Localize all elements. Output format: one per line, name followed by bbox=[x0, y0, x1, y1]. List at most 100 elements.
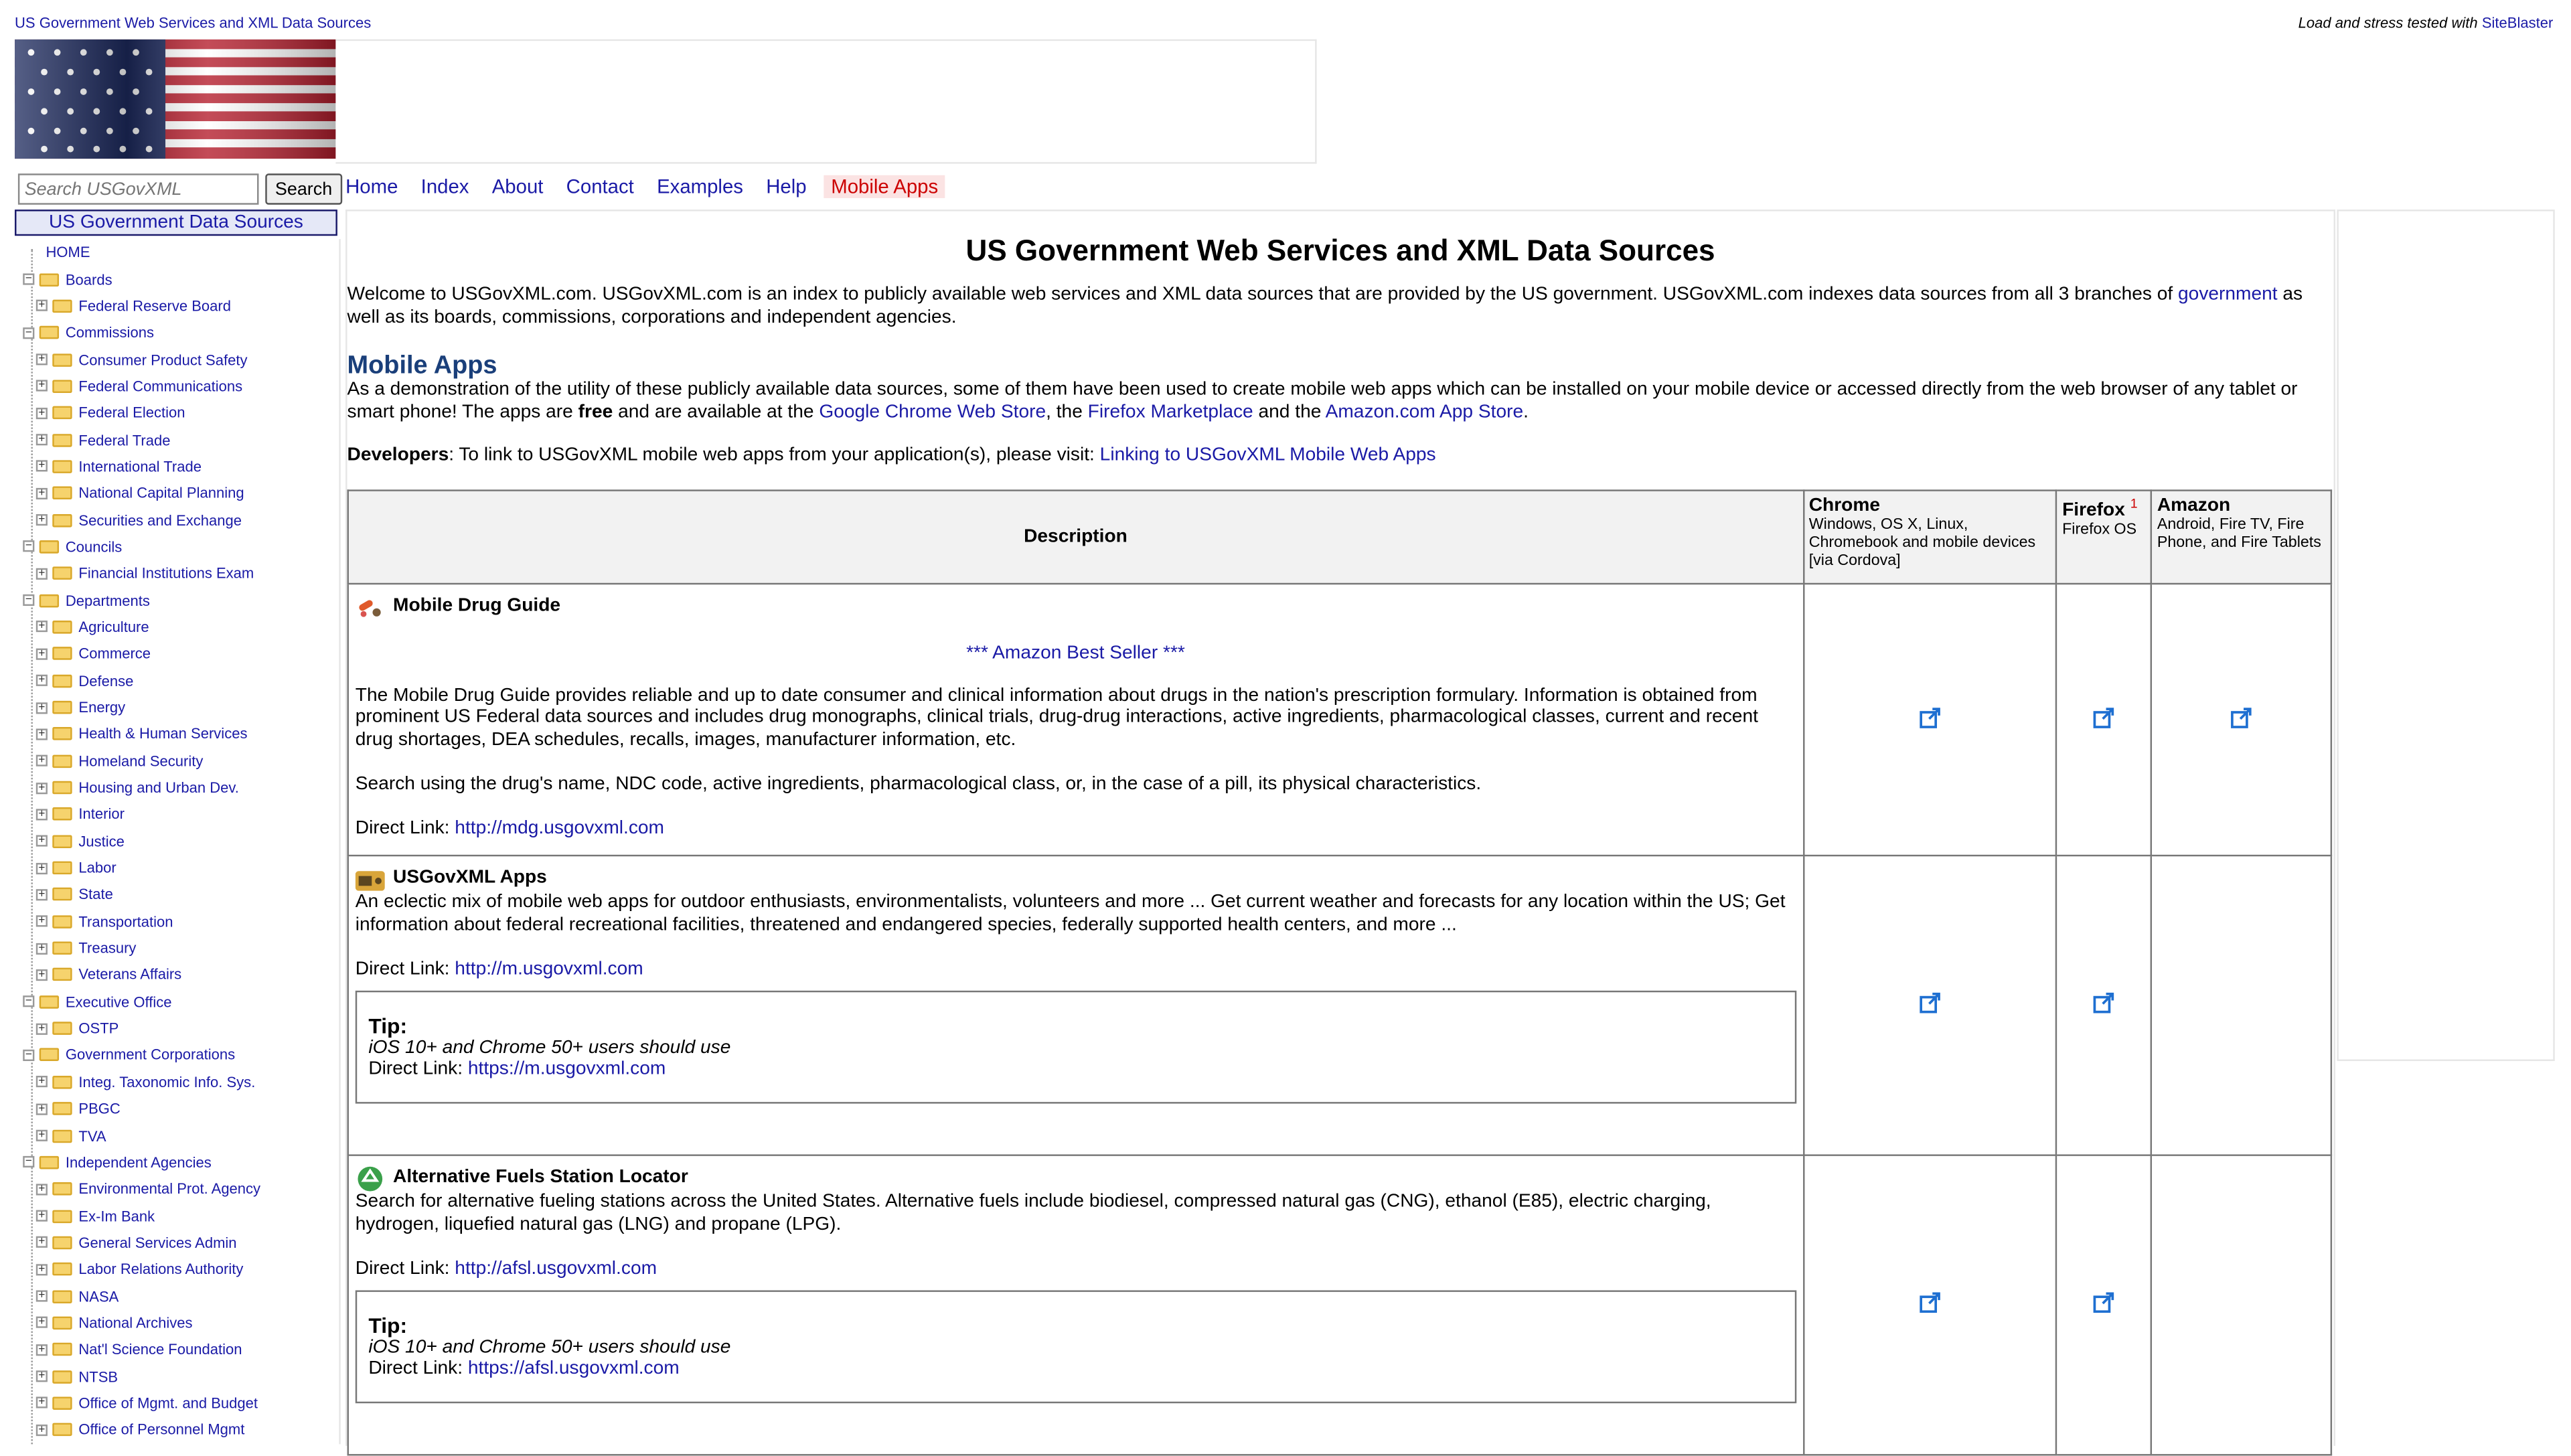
tip-link[interactable]: https://m.usgovxml.com bbox=[468, 1060, 666, 1079]
sidebar-item-commerce[interactable]: + Commerce bbox=[23, 641, 339, 667]
sidebar-item-energy[interactable]: + Energy bbox=[23, 694, 339, 721]
expand-toggle-icon[interactable]: + bbox=[35, 1076, 48, 1088]
sidebar-item-nasa[interactable]: + NASA bbox=[23, 1283, 339, 1309]
sidebar-item-housing-and-urban-dev[interactable]: + Housing and Urban Dev. bbox=[23, 775, 339, 801]
external-link-icon[interactable] bbox=[2231, 706, 2252, 728]
nav-index[interactable]: Index bbox=[421, 175, 469, 198]
sidebar-item-federal-communications[interactable]: + Federal Communications bbox=[23, 373, 339, 400]
expand-toggle-icon[interactable]: + bbox=[35, 300, 48, 312]
expand-toggle-icon[interactable]: + bbox=[35, 1129, 48, 1141]
sidebar-item-independent-agencies[interactable]: − Independent Agencies bbox=[23, 1149, 339, 1176]
linking-link[interactable]: Linking to USGovXML Mobile Web Apps bbox=[1100, 445, 1436, 465]
sidebar-item-state[interactable]: + State bbox=[23, 882, 339, 908]
expand-toggle-icon[interactable]: + bbox=[35, 1344, 48, 1356]
collapse-toggle-icon[interactable]: − bbox=[23, 594, 35, 606]
sidebar-item-labor-relations-authority[interactable]: + Labor Relations Authority bbox=[23, 1256, 339, 1283]
expand-toggle-icon[interactable]: + bbox=[35, 621, 48, 633]
external-link-icon[interactable] bbox=[1919, 992, 1940, 1014]
expand-toggle-icon[interactable]: + bbox=[35, 487, 48, 499]
expand-toggle-icon[interactable]: + bbox=[35, 782, 48, 794]
direct-link[interactable]: http://m.usgovxml.com bbox=[455, 959, 643, 978]
sidebar-item-pbgc[interactable]: + PBGC bbox=[23, 1095, 339, 1122]
sidebar-item-general-services-admin[interactable]: + General Services Admin bbox=[23, 1229, 339, 1256]
sidebar-item-defense[interactable]: + Defense bbox=[23, 667, 339, 694]
sidebar-item-ex-im-bank[interactable]: + Ex-Im Bank bbox=[23, 1202, 339, 1229]
sidebar-item-nat-l-science-foundation[interactable]: + Nat'l Science Foundation bbox=[23, 1336, 339, 1363]
expand-toggle-icon[interactable]: + bbox=[35, 702, 48, 714]
expand-toggle-icon[interactable]: + bbox=[35, 1317, 48, 1329]
sidebar-item-health-human-services[interactable]: + Health & Human Services bbox=[23, 721, 339, 748]
search-button[interactable]: Search bbox=[265, 173, 342, 205]
external-link-icon[interactable] bbox=[2093, 706, 2114, 728]
collapse-toggle-icon[interactable]: − bbox=[23, 327, 35, 339]
collapse-toggle-icon[interactable]: − bbox=[23, 995, 35, 1008]
sidebar-item-national-archives[interactable]: + National Archives bbox=[23, 1309, 339, 1336]
sidebar-item-ntsb[interactable]: + NTSB bbox=[23, 1363, 339, 1390]
expand-toggle-icon[interactable]: + bbox=[35, 407, 48, 419]
collapse-toggle-icon[interactable]: − bbox=[23, 1049, 35, 1061]
sidebar-item-securities-and-exchange[interactable]: + Securities and Exchange bbox=[23, 507, 339, 534]
firefox-marketplace-link[interactable]: Firefox Marketplace bbox=[1088, 402, 1253, 421]
sidebar-item-treasury[interactable]: + Treasury bbox=[23, 935, 339, 962]
expand-toggle-icon[interactable]: + bbox=[35, 1103, 48, 1115]
sidebar-item-federal-trade[interactable]: + Federal Trade bbox=[23, 426, 339, 453]
sidebar-item-transportation[interactable]: + Transportation bbox=[23, 908, 339, 935]
chrome-store-link[interactable]: Google Chrome Web Store bbox=[819, 402, 1046, 421]
expand-toggle-icon[interactable]: + bbox=[35, 675, 48, 687]
expand-toggle-icon[interactable]: + bbox=[35, 1263, 48, 1275]
external-link-icon[interactable] bbox=[1919, 706, 1940, 728]
nav-about[interactable]: About bbox=[492, 175, 544, 198]
siteblaster-link[interactable]: SiteBlaster bbox=[2482, 15, 2553, 31]
expand-toggle-icon[interactable]: + bbox=[35, 1236, 48, 1248]
direct-link[interactable]: http://afsl.usgovxml.com bbox=[455, 1259, 657, 1278]
sidebar-item-councils[interactable]: − Councils bbox=[23, 534, 339, 560]
sidebar-item-executive-office[interactable]: − Executive Office bbox=[23, 988, 339, 1015]
sidebar-item-labor[interactable]: + Labor bbox=[23, 855, 339, 882]
sidebar-item-departments[interactable]: − Departments bbox=[23, 587, 339, 614]
sidebar-item-office-of-personnel-mgmt[interactable]: + Office of Personnel Mgmt bbox=[23, 1417, 339, 1443]
tip-link[interactable]: https://afsl.usgovxml.com bbox=[468, 1359, 680, 1378]
nav-help[interactable]: Help bbox=[766, 175, 806, 198]
external-link-icon[interactable] bbox=[2093, 1292, 2114, 1313]
sidebar-item-boards[interactable]: − Boards bbox=[23, 266, 339, 293]
sidebar-item-veterans-affairs[interactable]: + Veterans Affairs bbox=[23, 961, 339, 988]
expand-toggle-icon[interactable]: + bbox=[35, 1022, 48, 1034]
sidebar-item-integ-taxonomic-info-sys[interactable]: + Integ. Taxonomic Info. Sys. bbox=[23, 1068, 339, 1095]
expand-toggle-icon[interactable]: + bbox=[35, 728, 48, 740]
government-link[interactable]: government bbox=[2178, 285, 2278, 305]
direct-link[interactable]: http://mdg.usgovxml.com bbox=[455, 818, 664, 837]
expand-toggle-icon[interactable]: + bbox=[35, 1183, 48, 1195]
collapse-toggle-icon[interactable]: − bbox=[23, 1156, 35, 1168]
external-link-icon[interactable] bbox=[1919, 1292, 1940, 1313]
expand-toggle-icon[interactable]: + bbox=[35, 969, 48, 981]
sidebar-item-commissions[interactable]: − Commissions bbox=[23, 319, 339, 346]
sidebar-item-agriculture[interactable]: + Agriculture bbox=[23, 614, 339, 641]
site-title-link[interactable]: US Government Web Services and XML Data … bbox=[15, 15, 371, 31]
expand-toggle-icon[interactable]: + bbox=[35, 514, 48, 526]
nav-home[interactable]: Home bbox=[345, 175, 398, 198]
sidebar-item-environmental-prot-agency[interactable]: + Environmental Prot. Agency bbox=[23, 1176, 339, 1202]
sidebar-item-financial-institutions-exam[interactable]: + Financial Institutions Exam bbox=[23, 560, 339, 587]
sidebar-item-federal-election[interactable]: + Federal Election bbox=[23, 400, 339, 426]
expand-toggle-icon[interactable]: + bbox=[35, 380, 48, 392]
sidebar-item-international-trade[interactable]: + International Trade bbox=[23, 453, 339, 480]
expand-toggle-icon[interactable]: + bbox=[35, 809, 48, 821]
expand-toggle-icon[interactable]: + bbox=[35, 835, 48, 847]
expand-toggle-icon[interactable]: + bbox=[35, 434, 48, 446]
collapse-toggle-icon[interactable]: − bbox=[23, 273, 35, 285]
us-flag-logo[interactable] bbox=[15, 39, 336, 159]
sidebar-item-consumer-product-safety[interactable]: + Consumer Product Safety bbox=[23, 346, 339, 373]
expand-toggle-icon[interactable]: + bbox=[35, 461, 48, 473]
external-link-icon[interactable] bbox=[2093, 992, 2114, 1014]
expand-toggle-icon[interactable]: + bbox=[35, 915, 48, 928]
expand-toggle-icon[interactable]: + bbox=[35, 888, 48, 901]
collapse-toggle-icon[interactable]: − bbox=[23, 541, 35, 553]
sidebar-item-justice[interactable]: + Justice bbox=[23, 828, 339, 855]
amazon-appstore-link[interactable]: Amazon.com App Store bbox=[1326, 402, 1524, 421]
nav-examples[interactable]: Examples bbox=[657, 175, 743, 198]
sidebar-item-office-of-mgmt-and-budget[interactable]: + Office of Mgmt. and Budget bbox=[23, 1390, 339, 1417]
sidebar-item-home[interactable]: HOME bbox=[23, 239, 339, 266]
sidebar-item-ostp[interactable]: + OSTP bbox=[23, 1015, 339, 1042]
expand-toggle-icon[interactable]: + bbox=[35, 1397, 48, 1409]
search-input[interactable] bbox=[17, 173, 259, 205]
